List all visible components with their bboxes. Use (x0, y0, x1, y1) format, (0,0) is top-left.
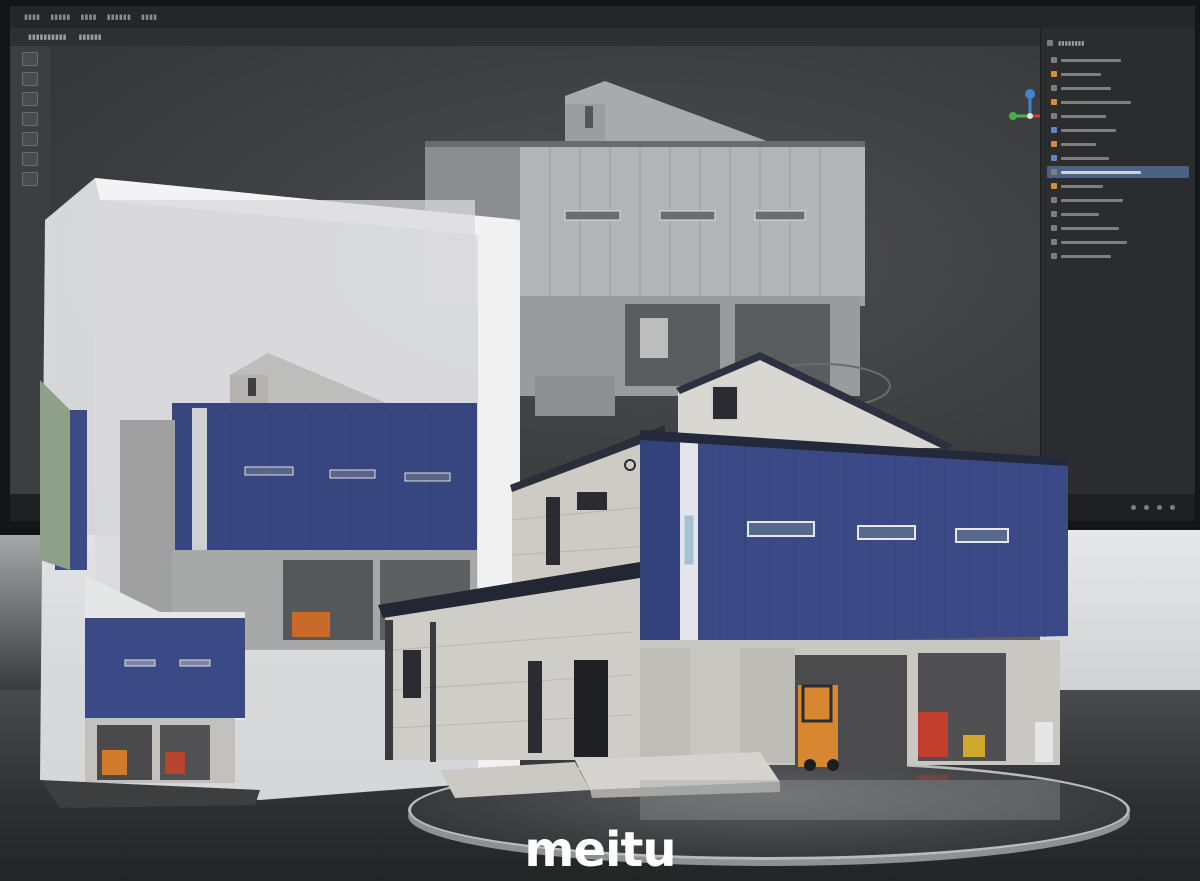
building-models (40, 178, 1068, 820)
platform-reflection (640, 775, 1060, 820)
photo-scene: ▮▮▮▮ ▮▮▮▮▮ ▮▮▮▮ ▮▮▮▮▮▮ ▮▮▮▮ ▮▮▮▮▮▮▮▮▮▮ ▮… (0, 0, 1200, 881)
meitu-watermark: meitu (524, 822, 676, 878)
